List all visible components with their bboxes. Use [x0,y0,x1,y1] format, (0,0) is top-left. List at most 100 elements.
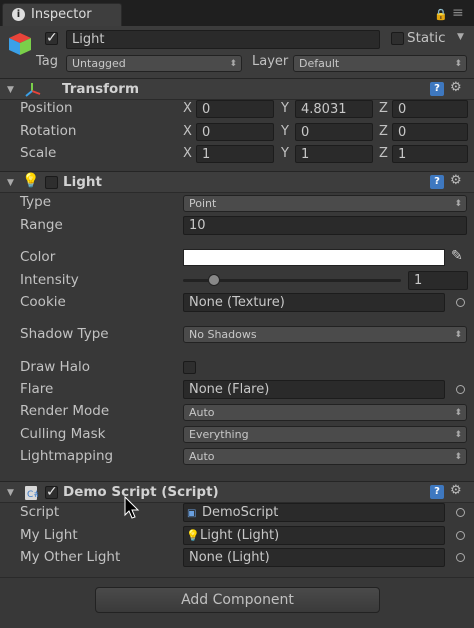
menu-icon[interactable]: ≡ [452,5,464,21]
tag-label: Tag [36,54,59,69]
rotation-z-input[interactable]: 0 [392,123,468,141]
object-picker-icon[interactable] [456,531,465,540]
my-other-light-object-field[interactable]: None (Light) [183,548,445,567]
script-object-field[interactable]: ▣ DemoScript [183,503,445,522]
demo-script-header[interactable]: ▼ C# ✓ Demo Script (Script) ? ⚙ [0,481,474,503]
type-value: Point [189,197,217,210]
axis-x-label: X [183,146,192,161]
object-active-checkbox[interactable]: ✓ [45,30,58,46]
axis-z-label: Z [379,146,388,161]
intensity-input[interactable]: 1 [408,271,468,290]
flare-object-field[interactable]: None (Flare) [183,380,445,399]
shadow-type-label: Shadow Type [20,326,109,342]
type-dropdown[interactable]: Point ⬍ [183,195,467,212]
cookie-label: Cookie [20,294,66,310]
object-name-input[interactable]: Light [66,30,380,49]
script-file-icon: ▣ [187,508,197,519]
help-icon[interactable]: ? [430,82,444,96]
lightbulb-icon: 💡 [22,173,40,189]
range-label: Range [20,217,63,233]
position-y-input[interactable]: 4.8031 [295,100,373,118]
svg-text:C#: C# [27,490,38,500]
culling-mask-dropdown[interactable]: Everything ⬍ [183,426,467,443]
intensity-slider-track[interactable] [183,274,401,286]
axis-y-label: Y [281,101,289,116]
render-mode-label: Render Mode [20,403,110,419]
layer-dropdown[interactable]: Default ⬍ [293,55,467,72]
object-picker-icon[interactable] [456,508,465,517]
light-body: Type Point ⬍ Range 10 Color ✎ Intensity 1… [0,193,474,473]
script-value: DemoScript [202,505,279,520]
tab-inspector[interactable]: i Inspector [2,3,122,26]
scale-x-input[interactable]: 1 [196,145,274,163]
mouse-cursor-icon [124,496,140,519]
static-dropdown-arrow-icon[interactable]: ▼ [457,32,464,42]
gear-icon[interactable]: ⚙ [450,483,462,498]
my-light-object-field[interactable]: 💡 Light (Light) [183,526,445,545]
render-mode-dropdown[interactable]: Auto ⬍ [183,404,467,421]
shadow-type-value: No Shadows [189,328,257,341]
demo-script-body: Script ▣ DemoScript My Light 💡 Light (Li… [0,503,474,569]
transform-header[interactable]: ▼ Transform ? ⚙ [0,78,474,100]
light-header[interactable]: ▼ 💡 Light ? ⚙ [0,171,474,193]
object-picker-icon[interactable] [456,553,465,562]
rotation-y-input[interactable]: 0 [295,123,373,141]
culling-mask-value: Everything [189,428,249,441]
lightbulb-icon: 💡 [186,529,200,542]
light-enabled-checkbox[interactable] [45,176,58,189]
draw-halo-checkbox[interactable] [183,361,196,374]
lock-icon[interactable]: 🔒 [434,8,448,21]
object-picker-icon[interactable] [456,298,465,307]
color-swatch[interactable] [183,249,445,266]
scale-label: Scale [20,145,57,161]
tab-inspector-label: Inspector [31,7,92,22]
cookie-object-field[interactable]: None (Texture) [183,293,445,312]
object-picker-icon[interactable] [456,385,465,394]
axis-x-label: X [183,101,192,116]
static-checkbox[interactable] [391,32,404,45]
static-label: Static [407,30,446,46]
help-icon[interactable]: ? [430,175,444,189]
culling-mask-label: Culling Mask [20,426,106,442]
shadow-type-dropdown[interactable]: No Shadows ⬍ [183,326,467,343]
dropdown-arrows-icon: ⬍ [454,430,462,440]
gear-icon[interactable]: ⚙ [450,80,462,95]
checkmark-icon: ✓ [46,484,58,500]
divider [0,577,474,578]
lightmapping-dropdown[interactable]: Auto ⬍ [183,448,467,465]
range-input[interactable]: 10 [183,216,467,235]
script-label: Script [20,504,60,520]
draw-halo-label: Draw Halo [20,359,90,375]
foldout-arrow-icon[interactable]: ▼ [7,85,14,95]
light-title: Light [63,174,102,190]
my-light-value: Light (Light) [200,528,280,543]
position-z-input[interactable]: 0 [392,100,468,118]
lightmapping-value: Auto [189,450,215,463]
dropdown-arrows-icon: ⬍ [229,59,237,69]
rotation-x-input[interactable]: 0 [196,123,274,141]
gameobject-cube-icon [9,33,31,55]
tab-bar: i Inspector 🔒 ≡ [0,0,474,26]
my-light-label: My Light [20,527,78,543]
eyedropper-icon[interactable]: ✎ [451,248,463,264]
lightmapping-label: Lightmapping [20,448,114,464]
foldout-arrow-icon[interactable]: ▼ [7,178,14,188]
transform-axes-icon [25,83,41,97]
intensity-slider-thumb[interactable] [207,274,220,286]
axis-y-label: Y [281,146,289,161]
help-icon[interactable]: ? [430,485,444,499]
tag-dropdown[interactable]: Untagged ⬍ [66,55,242,72]
foldout-arrow-icon[interactable]: ▼ [7,488,14,498]
add-component-button[interactable]: Add Component [95,587,380,613]
gear-icon[interactable]: ⚙ [450,173,462,188]
scale-z-input[interactable]: 1 [392,145,468,163]
position-x-input[interactable]: 0 [196,100,274,118]
rotation-label: Rotation [20,123,77,139]
dropdown-arrows-icon: ⬍ [454,330,462,340]
render-mode-value: Auto [189,406,215,419]
scale-y-input[interactable]: 1 [295,145,373,163]
demo-script-enabled-checkbox[interactable]: ✓ [45,484,58,500]
dropdown-arrows-icon: ⬍ [454,452,462,462]
dropdown-arrows-icon: ⬍ [454,59,462,69]
layer-value: Default [299,57,340,70]
